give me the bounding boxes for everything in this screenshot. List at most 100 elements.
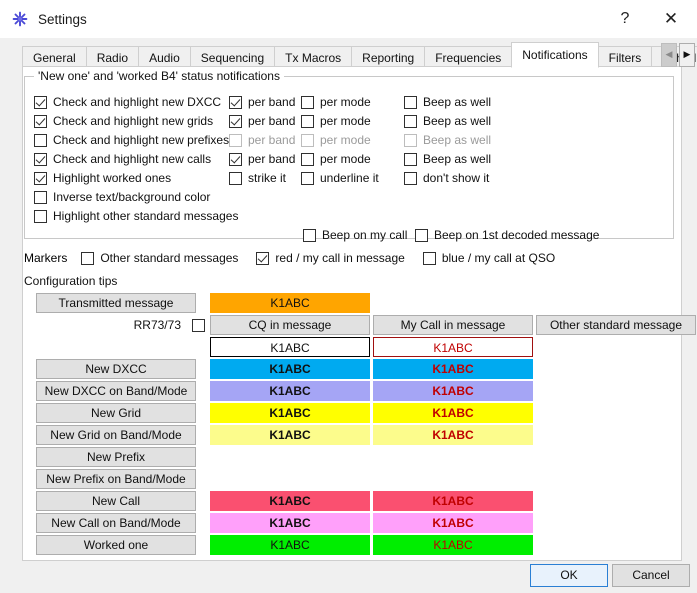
checkbox-label: Check and highlight new calls — [53, 152, 212, 166]
row-inverse-color[interactable]: Inverse text/background color — [34, 188, 210, 206]
checkbox-label: per mode — [320, 133, 371, 147]
tab-scroll-left-icon[interactable]: ◀ — [661, 42, 677, 67]
row-new-calls-per-band[interactable]: per band — [229, 150, 295, 168]
row-new-grids-main[interactable]: Check and highlight new grids — [34, 112, 213, 130]
tab-radio[interactable]: Radio — [85, 46, 140, 68]
cancel-button[interactable]: Cancel — [612, 564, 690, 587]
checkbox-strike-it[interactable]: strike it — [229, 171, 286, 185]
checkbox-marker-other-standard-messages[interactable]: Other standard messages — [81, 251, 238, 265]
checkbox-box — [404, 95, 417, 109]
tab-reporting[interactable]: Reporting — [351, 46, 426, 68]
swatch-new-grid-bm-mycall: K1ABC — [373, 425, 533, 445]
checkbox-grids-per-mode[interactable]: per mode — [301, 114, 371, 128]
row-strike-it[interactable]: strike it — [229, 169, 286, 187]
checkbox-label: blue / my call at QSO — [441, 251, 556, 265]
label-new-dxcc[interactable]: New DXCC — [36, 359, 196, 379]
help-button[interactable]: ? — [605, 0, 645, 38]
checkbox-prefixes-per-band: per band — [229, 133, 295, 147]
checkbox-label: Highlight worked ones — [53, 171, 172, 185]
checkbox-grids-beep[interactable]: Beep as well — [404, 114, 491, 128]
row-new-grids-per-mode[interactable]: per mode — [301, 112, 371, 130]
row-new-calls-beep[interactable]: Beep as well — [404, 150, 491, 168]
checkbox-calls-beep[interactable]: Beep as well — [404, 152, 491, 166]
row-new-prefixes-main[interactable]: Check and highlight new prefixes — [34, 131, 229, 149]
checkbox-box — [404, 171, 417, 185]
configuration-tips-grid: Transmitted message K1ABC RR73/73 CQ in … — [23, 293, 696, 555]
checkbox-prefixes-beep: Beep as well — [404, 133, 491, 147]
label-new-call-on-band-mode[interactable]: New Call on Band/Mode — [36, 513, 196, 533]
label-worked-one[interactable]: Worked one — [36, 535, 196, 555]
tab-frequencies[interactable]: Frequencies — [424, 46, 513, 68]
tab-tx-macros[interactable]: Tx Macros — [274, 46, 353, 68]
checkbox-check-highlight-new-grids[interactable]: Check and highlight new grids — [34, 114, 213, 128]
checkbox-label: Beep on 1st decoded message — [434, 228, 600, 242]
ok-button[interactable]: OK — [530, 564, 608, 587]
row-beep-on-first-decoded[interactable]: Beep on 1st decoded message — [415, 226, 599, 244]
label-new-prefix[interactable]: New Prefix — [36, 447, 196, 467]
swatch-worked-one-mycall: K1ABC — [373, 535, 533, 555]
close-button[interactable]: ✕ — [651, 0, 691, 38]
groupbox-title: 'New one' and 'worked B4' status notific… — [34, 69, 284, 83]
header-other-standard-message[interactable]: Other standard message — [536, 315, 696, 335]
tab-filters[interactable]: Filters — [597, 46, 653, 68]
checkbox-box — [256, 251, 270, 265]
row-new-dxcc-main[interactable]: Check and highlight new DXCC — [34, 93, 221, 111]
checkbox-box — [415, 228, 428, 242]
checkbox-marker-blue-my-call-at-qso[interactable]: blue / my call at QSO — [422, 251, 556, 265]
tab-notifications[interactable]: Notifications — [511, 42, 599, 68]
row-new-dxcc-per-mode[interactable]: per mode — [301, 93, 371, 111]
label-new-call[interactable]: New Call — [36, 491, 196, 511]
tab-audio[interactable]: Audio — [138, 46, 191, 68]
checkbox-beep-on-1st-decoded-message[interactable]: Beep on 1st decoded message — [415, 228, 599, 242]
row-highlight-worked-main[interactable]: Highlight worked ones — [34, 169, 171, 187]
transmitted-message-button[interactable]: Transmitted message — [36, 293, 196, 313]
row-new-grids-per-band[interactable]: per band — [229, 112, 295, 130]
header-my-call-in-message[interactable]: My Call in message — [373, 315, 533, 335]
checkbox-dxcc-per-band[interactable]: per band — [229, 95, 295, 109]
checkbox-label: red / my call in message — [275, 251, 405, 265]
star-asterisk-icon — [12, 11, 28, 27]
row-highlight-other-standard[interactable]: Highlight other standard messages — [34, 207, 238, 225]
checkbox-beep-on-my-call[interactable]: Beep on my call — [303, 228, 407, 242]
row-new-dxcc-beep[interactable]: Beep as well — [404, 93, 491, 111]
swatch-new-grid-cq: K1ABC — [210, 403, 370, 423]
checkbox-calls-per-band[interactable]: per band — [229, 152, 295, 166]
label-new-prefix-on-band-mode[interactable]: New Prefix on Band/Mode — [36, 469, 196, 489]
checkbox-grids-per-band[interactable]: per band — [229, 114, 295, 128]
checkbox-check-highlight-new-calls[interactable]: Check and highlight new calls — [34, 152, 211, 166]
row-new-calls-main[interactable]: Check and highlight new calls — [34, 150, 211, 168]
row-dont-show-it[interactable]: don't show it — [404, 169, 489, 187]
checkbox-highlight-other-standard-messages[interactable]: Highlight other standard messages — [34, 209, 238, 223]
label-new-grid-on-band-mode[interactable]: New Grid on Band/Mode — [36, 425, 196, 445]
checkbox-dxcc-beep[interactable]: Beep as well — [404, 95, 491, 109]
row-underline-it[interactable]: underline it — [301, 169, 379, 187]
checkbox-label: Inverse text/background color — [53, 190, 211, 204]
label-new-dxcc-on-band-mode[interactable]: New DXCC on Band/Mode — [36, 381, 196, 401]
checkbox-dont-show-it[interactable]: don't show it — [404, 171, 489, 185]
label-new-grid[interactable]: New Grid — [36, 403, 196, 423]
markers-row: Markers Other standard messages red / my… — [24, 249, 573, 267]
checkbox-box — [229, 171, 242, 185]
checkbox-calls-per-mode[interactable]: per mode — [301, 152, 371, 166]
checkbox-box — [34, 133, 47, 147]
swatch-new-grid-bm-cq: K1ABC — [210, 425, 370, 445]
row-new-grids-beep[interactable]: Beep as well — [404, 112, 491, 130]
header-cq-in-message[interactable]: CQ in message — [210, 315, 370, 335]
checkbox-marker-red-my-call-in-message[interactable]: red / my call in message — [256, 251, 405, 265]
markers-label: Markers — [24, 251, 68, 265]
tab-scroll-right-icon[interactable]: ▶ — [679, 42, 695, 67]
row-new-dxcc-per-band[interactable]: per band — [229, 93, 295, 111]
row-new-calls-per-mode[interactable]: per mode — [301, 150, 371, 168]
checkbox-inverse-text-background-color[interactable]: Inverse text/background color — [34, 190, 210, 204]
checkbox-dxcc-per-mode[interactable]: per mode — [301, 95, 371, 109]
checkbox-check-highlight-new-prefixes[interactable]: Check and highlight new prefixes — [34, 133, 229, 147]
checkbox-box — [422, 251, 436, 265]
checkbox-underline-it[interactable]: underline it — [301, 171, 379, 185]
checkbox-highlight-worked-ones[interactable]: Highlight worked ones — [34, 171, 171, 185]
row-beep-on-my-call[interactable]: Beep on my call — [303, 226, 407, 244]
tab-sequencing[interactable]: Sequencing — [189, 46, 276, 68]
checkbox-label: Beep as well — [423, 95, 492, 109]
checkbox-rr73[interactable] — [192, 319, 205, 332]
checkbox-check-highlight-new-dxcc[interactable]: Check and highlight new DXCC — [34, 95, 221, 109]
tab-general[interactable]: General — [22, 46, 87, 68]
